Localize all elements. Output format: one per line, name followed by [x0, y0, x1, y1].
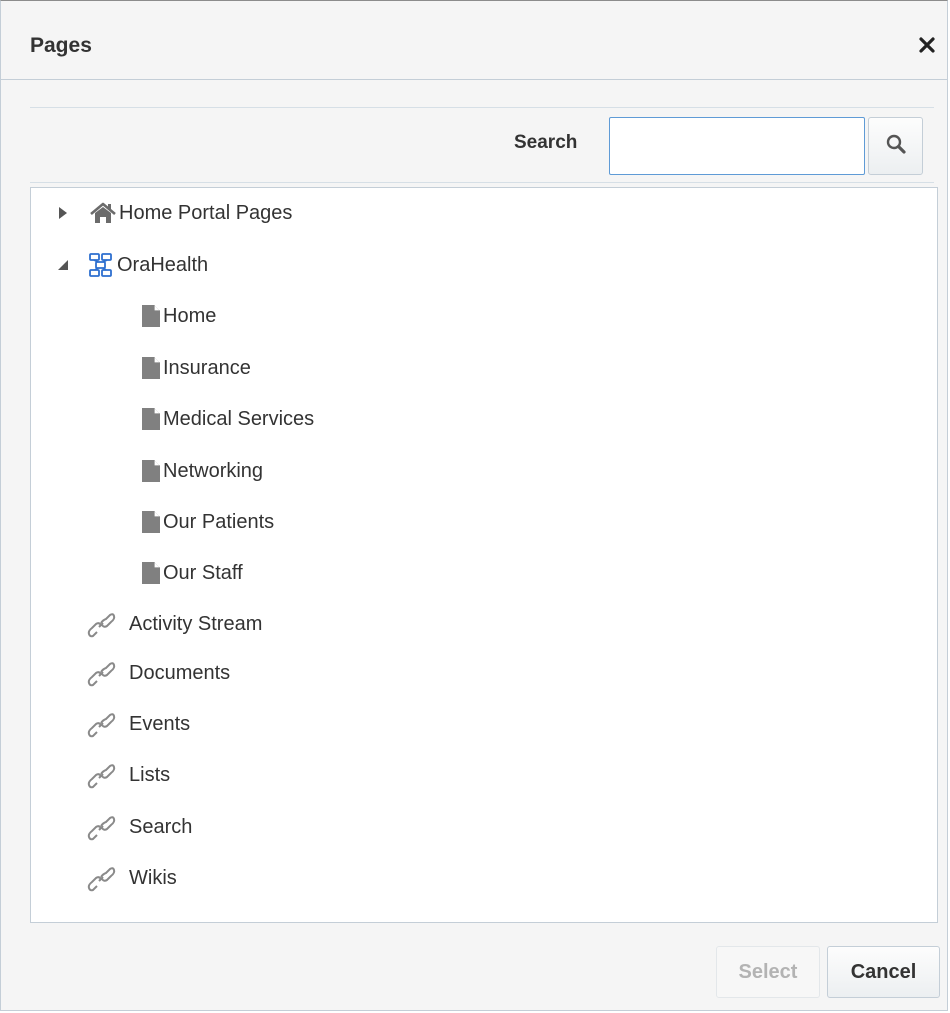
tree-node-link[interactable]: Activity Stream — [87, 609, 262, 639]
magnifier-icon — [885, 133, 907, 160]
dialog-title: Pages — [30, 34, 92, 57]
link-icon — [87, 710, 127, 738]
tree-node-label: Insurance — [163, 356, 251, 379]
tree-node-page[interactable]: Our Staff — [141, 558, 243, 588]
page-icon — [141, 407, 161, 431]
tree-node-label: Events — [129, 712, 191, 735]
search-button[interactable] — [868, 117, 923, 175]
link-icon — [87, 610, 127, 638]
tree-node-link[interactable]: Wikis — [87, 863, 177, 893]
page-icon — [141, 459, 161, 483]
tree-node-link[interactable]: Lists — [87, 760, 170, 790]
link-icon — [87, 864, 127, 892]
expand-triangle-icon[interactable] — [57, 206, 69, 225]
dialog-title-bar: Pages — [1, 1, 947, 80]
tree-node-link[interactable]: Events — [87, 709, 190, 739]
page-icon — [141, 561, 161, 585]
tree-node-label: Documents — [129, 661, 231, 684]
home-icon — [89, 201, 117, 225]
tree-node-page[interactable]: Our Patients — [141, 507, 274, 537]
search-input[interactable] — [609, 117, 865, 175]
tree-node-page[interactable]: Home — [141, 301, 216, 331]
tree-node[interactable]: OraHealth — [87, 250, 208, 280]
pages-tree: Home Portal Pages OraHealth Home Insuran… — [30, 187, 938, 923]
select-button-label: Select — [738, 960, 798, 983]
tree-node-label: Medical Services — [163, 407, 315, 430]
tree-node-page[interactable]: Medical Services — [141, 404, 314, 434]
tree-node[interactable]: Home Portal Pages — [89, 198, 292, 228]
tree-node-label: Lists — [129, 763, 171, 786]
tree-node-label: OraHealth — [117, 253, 209, 276]
tree-node-label: Networking — [163, 459, 264, 482]
tree-node-link[interactable]: Documents — [87, 658, 230, 688]
page-icon — [141, 304, 161, 328]
page-icon — [141, 510, 161, 534]
tree-node-label: Wikis — [129, 866, 177, 889]
close-icon[interactable] — [915, 33, 939, 57]
page-icon — [141, 356, 161, 380]
tree-node-page[interactable]: Networking — [141, 456, 263, 486]
cancel-button[interactable]: Cancel — [827, 946, 940, 998]
link-icon — [87, 813, 127, 841]
tree-node-label: Home Portal Pages — [119, 201, 293, 224]
portal-icon — [87, 252, 115, 278]
search-label: Search — [514, 132, 578, 153]
search-row: Search — [30, 108, 934, 183]
link-icon — [87, 761, 127, 789]
link-icon — [87, 659, 127, 687]
select-button[interactable]: Select — [716, 946, 820, 998]
tree-node-label: Activity Stream — [129, 612, 263, 635]
tree-node-link[interactable]: Search — [87, 812, 192, 842]
cancel-button-label: Cancel — [850, 960, 917, 983]
tree-node-label: Our Patients — [163, 510, 275, 533]
tree-node-label: Our Staff — [163, 561, 243, 584]
collapse-triangle-icon[interactable] — [55, 258, 69, 276]
tree-node-label: Home — [163, 304, 217, 327]
tree-node-label: Search — [129, 815, 193, 838]
pages-dialog: Pages Search Home Portal Pages OraHealth… — [0, 0, 948, 1011]
tree-node-page[interactable]: Insurance — [141, 353, 251, 383]
